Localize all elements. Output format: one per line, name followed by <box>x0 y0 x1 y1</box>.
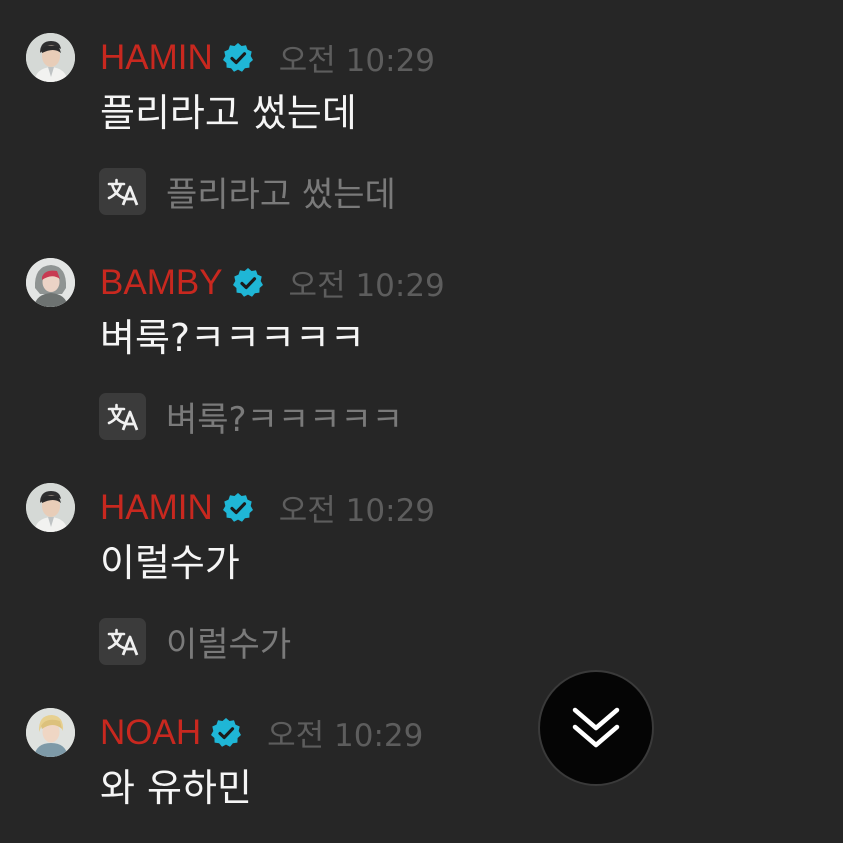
noah-avatar-image <box>26 708 75 757</box>
verified-badge-icon <box>231 266 265 300</box>
verified-badge-icon <box>221 491 255 525</box>
hamin-avatar-image <box>26 483 75 532</box>
username[interactable]: HAMIN <box>100 38 213 78</box>
message-header: BAMBY 오전 10:29 <box>100 258 445 307</box>
message-header: NOAH 오전 10:29 <box>100 708 423 757</box>
message-text: 플리라고 썼는데 <box>100 91 357 135</box>
timestamp: 오전 10:29 <box>288 268 445 304</box>
translated-text: 벼룩?ㅋㅋㅋㅋㅋ <box>166 400 404 440</box>
message-text: 벼룩?ㅋㅋㅋㅋㅋ <box>100 316 365 360</box>
avatar[interactable] <box>26 258 75 307</box>
timestamp: 오전 10:29 <box>267 718 424 754</box>
avatar[interactable] <box>26 33 75 82</box>
translate-icon <box>107 628 138 656</box>
username[interactable]: NOAH <box>100 713 201 753</box>
translate-button[interactable] <box>99 393 146 440</box>
translate-button[interactable] <box>99 168 146 215</box>
translate-button[interactable] <box>99 618 146 665</box>
double-chevron-down-icon <box>572 707 620 748</box>
avatar[interactable] <box>26 483 75 532</box>
username[interactable]: BAMBY <box>100 263 223 303</box>
scroll-to-bottom-button[interactable] <box>538 670 654 786</box>
translate-icon <box>107 178 138 206</box>
message-header: HAMIN 오전 10:29 <box>100 33 435 82</box>
translated-text: 이럴수가 <box>166 625 292 665</box>
translate-icon <box>107 403 138 431</box>
message-text: 이럴수가 <box>100 541 240 585</box>
username[interactable]: HAMIN <box>100 488 213 528</box>
translation-row: 벼룩?ㅋㅋㅋㅋㅋ <box>99 393 403 440</box>
translation-row: 플리라고 썼는데 <box>99 168 396 215</box>
verified-badge-icon <box>221 41 255 75</box>
translated-text: 플리라고 썼는데 <box>166 175 396 215</box>
timestamp: 오전 10:29 <box>278 43 436 79</box>
bamby-avatar-image <box>26 258 75 307</box>
translation-row: 이럴수가 <box>99 618 291 665</box>
verified-badge-icon <box>209 716 243 750</box>
message-text: 와 유하민 <box>100 766 252 810</box>
message-header: HAMIN 오전 10:29 <box>100 483 435 532</box>
avatar[interactable] <box>26 708 75 757</box>
hamin-avatar-image <box>26 33 75 82</box>
timestamp: 오전 10:29 <box>278 493 436 529</box>
